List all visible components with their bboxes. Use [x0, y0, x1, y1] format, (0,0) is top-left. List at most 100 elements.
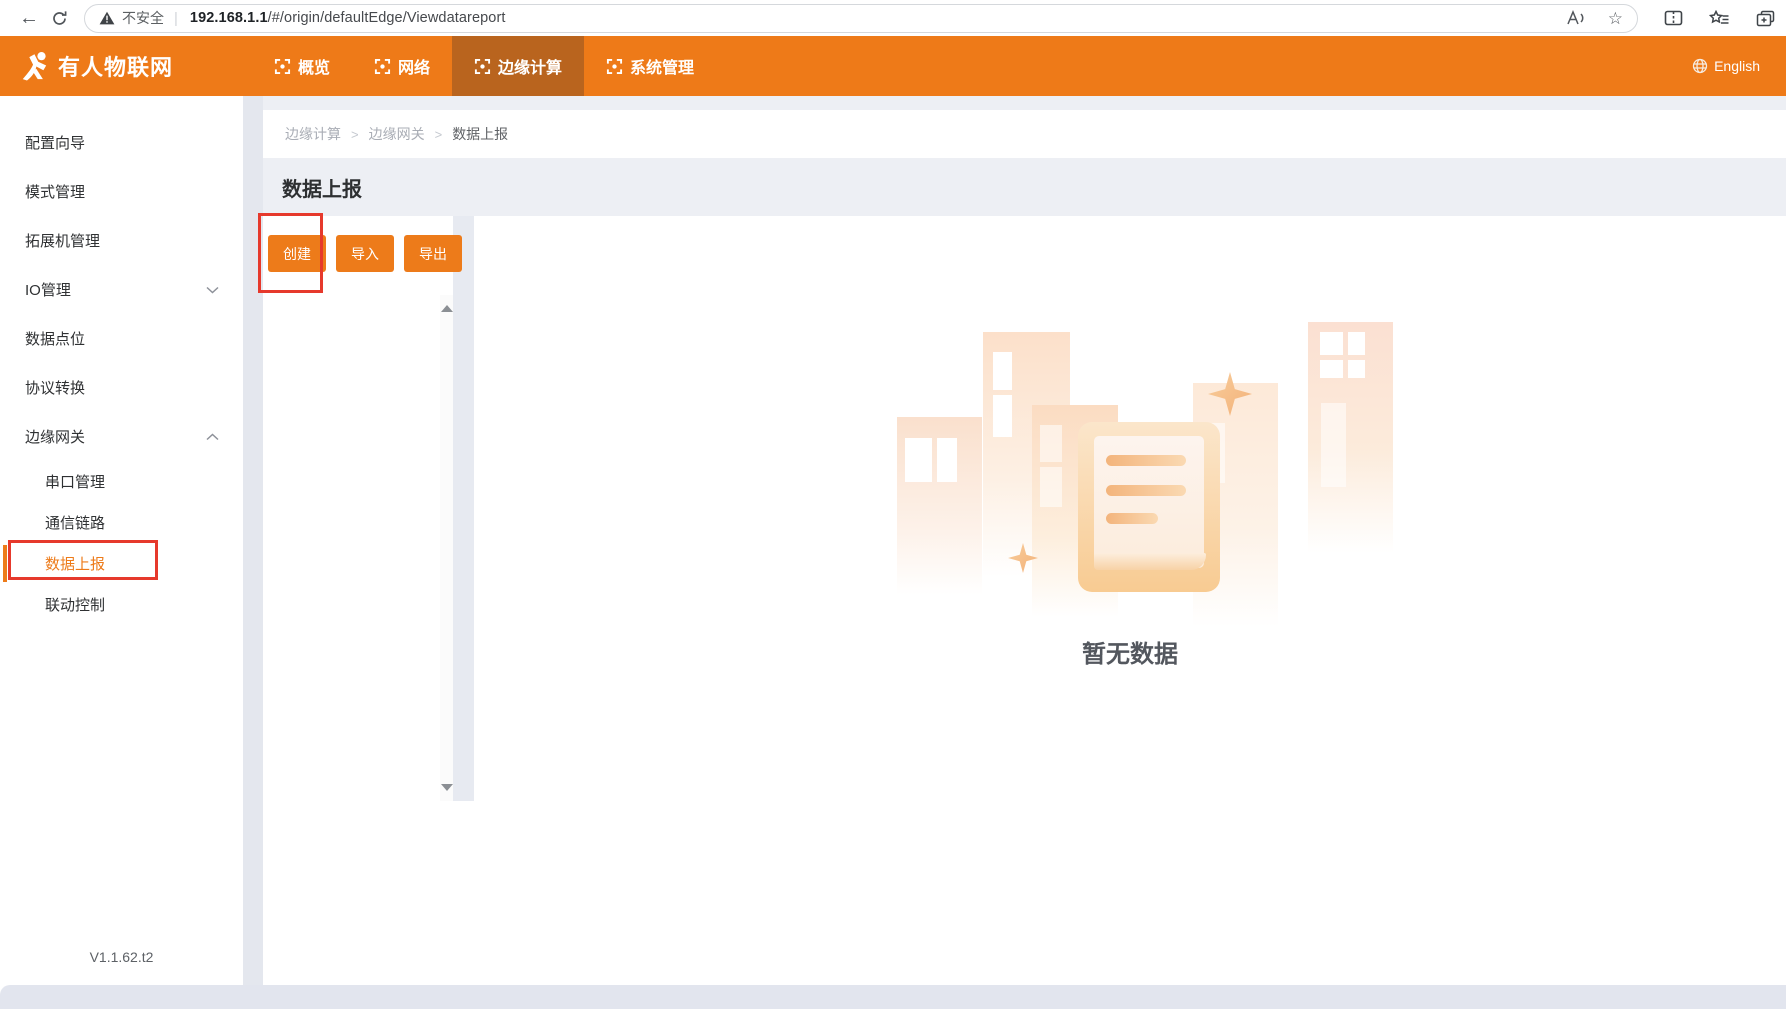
breadcrumb-item-edge-gateway[interactable]: 边缘网关 [369, 124, 425, 144]
browser-back-button[interactable]: ← [14, 3, 44, 33]
sidebar-item-label: 数据上报 [45, 556, 106, 573]
favorite-star-icon: ☆ [1607, 8, 1623, 28]
security-label: 不安全 [122, 10, 164, 26]
tab-overview[interactable]: 概览 [252, 36, 352, 96]
tab-label: 系统管理 [630, 60, 695, 77]
tab-label: 概览 [298, 60, 331, 77]
export-button[interactable]: 导出 [404, 235, 462, 272]
chevron-up-icon [206, 432, 219, 441]
sidebar-item-communication-link[interactable]: 通信链路 [0, 502, 243, 543]
document-fold [1094, 553, 1206, 570]
sidebar-item-protocol-conversion[interactable]: 协议转换 [0, 363, 243, 412]
app-body: 配置向导 模式管理 拓展机管理 IO管理 数据点位 协议转换 边缘网关 串口管理… [0, 96, 1786, 985]
address-bar[interactable]: 不安全 | 192.168.1.1/#/origin/defaultEdge/V… [84, 3, 1638, 33]
page-title: 数据上报 [282, 178, 362, 201]
browser-toolbar: ← 不安全 | 192.168.1.1/#/origin/defaultEdge… [0, 0, 1786, 36]
sidebar-item-label: 通信链路 [45, 515, 106, 532]
sidebar: 配置向导 模式管理 拓展机管理 IO管理 数据点位 协议转换 边缘网关 串口管理… [0, 96, 243, 985]
document-line [1106, 513, 1158, 524]
sidebar-item-edge-gateway[interactable]: 边缘网关 [0, 412, 243, 461]
tab-edge-computing[interactable]: 边缘计算 [452, 36, 585, 96]
split-screen-icon [1664, 10, 1683, 26]
site-security-chip[interactable]: 不安全 [99, 8, 174, 28]
document-line [1106, 485, 1186, 496]
sidebar-item-label: 配置向导 [25, 135, 86, 152]
create-button[interactable]: 创建 [268, 235, 326, 272]
sidebar-item-label: 协议转换 [25, 380, 86, 397]
window-shape [937, 438, 957, 482]
sidebar-item-expansion-management[interactable]: 拓展机管理 [0, 216, 243, 265]
scroll-down-icon[interactable] [440, 784, 453, 791]
url-domain: 192.168.1.1 [189, 10, 268, 26]
back-icon: ← [19, 7, 39, 29]
window-shape [1348, 360, 1365, 378]
empty-state-text: 暂无数据 [1082, 641, 1178, 668]
panel-divider [453, 216, 474, 801]
report-list-column: 创建 导入 导出 [263, 216, 462, 985]
window-shape [1320, 332, 1343, 355]
url-text: 192.168.1.1/#/origin/defaultEdge/Viewdat… [190, 10, 506, 26]
import-button[interactable]: 导入 [336, 235, 394, 272]
scroll-up-icon[interactable] [440, 305, 453, 312]
document-line [1106, 455, 1186, 466]
sidebar-item-label: 联动控制 [45, 597, 106, 614]
language-label: English [1714, 58, 1760, 74]
browser-tools-button[interactable] [1756, 10, 1775, 27]
sidebar-item-linkage-control[interactable]: 联动控制 [0, 584, 243, 625]
sidebar-item-label: 边缘网关 [25, 429, 86, 446]
brand-name: 有人物联网 [58, 55, 174, 80]
read-aloud-button[interactable] [1566, 10, 1586, 26]
window-shape [1040, 425, 1062, 462]
top-navbar: 有人物联网 概览 网络 边缘计算 系统管理 English [0, 36, 1786, 96]
sidebar-item-data-report[interactable]: 数据上报 [0, 543, 243, 584]
window-shape [1320, 360, 1343, 378]
data-report-panel: 创建 导入 导出 暂无数据 [263, 216, 1786, 985]
url-path: /#/origin/defaultEdge/Viewdatareport [267, 10, 506, 26]
window-shape [905, 438, 932, 482]
viewfinder-icon [606, 58, 623, 74]
sidebar-item-label: 模式管理 [25, 184, 86, 201]
collections-button[interactable] [1709, 9, 1730, 27]
warning-icon [99, 11, 115, 25]
sidebar-item-label: 拓展机管理 [25, 233, 101, 250]
tab-network[interactable]: 网络 [352, 36, 452, 96]
list-scrollbar[interactable] [440, 295, 453, 801]
sidebar-item-label: IO管理 [25, 282, 71, 299]
sidebar-content-divider [243, 96, 263, 985]
breadcrumb: 边缘计算 > 边缘网关 > 数据上报 [263, 110, 1786, 158]
document-icon [1078, 422, 1220, 592]
building-shape [897, 417, 982, 595]
globe-icon [1692, 58, 1708, 74]
chevron-down-icon [206, 286, 219, 294]
browser-tools-icon [1756, 10, 1775, 26]
sidebar-item-mode-management[interactable]: 模式管理 [0, 167, 243, 216]
window-shape [1321, 403, 1346, 487]
tab-label: 边缘计算 [498, 60, 563, 77]
sidebar-item-serial-management[interactable]: 串口管理 [0, 461, 243, 502]
sidebar-item-label: 串口管理 [45, 474, 106, 491]
window-shape [1348, 332, 1365, 355]
collections-icon [1709, 9, 1729, 24]
sidebar-item-config-wizard[interactable]: 配置向导 [0, 118, 243, 167]
pill-divider: | [174, 9, 178, 27]
building-shape [1308, 322, 1393, 553]
sidebar-item-label: 数据点位 [25, 331, 86, 348]
viewfinder-icon [374, 58, 391, 74]
breadcrumb-item-edge-computing[interactable]: 边缘计算 [285, 124, 341, 144]
sidebar-item-data-points[interactable]: 数据点位 [0, 314, 243, 363]
viewfinder-icon [474, 58, 491, 74]
empty-state: 暂无数据 [474, 216, 1786, 985]
sidebar-item-io-management[interactable]: IO管理 [0, 265, 243, 314]
breadcrumb-separator: > [351, 126, 359, 142]
refresh-icon [52, 10, 66, 25]
toolbar: 创建 导入 导出 [263, 216, 462, 272]
read-aloud-icon [1567, 10, 1584, 25]
page-footer-strip [0, 985, 1786, 1009]
language-switcher[interactable]: English [1692, 58, 1786, 74]
window-shape [1040, 467, 1062, 507]
favorite-button[interactable]: ☆ [1608, 10, 1623, 27]
window-shape [993, 352, 1012, 390]
split-screen-button[interactable] [1664, 10, 1683, 26]
browser-refresh-button[interactable] [44, 3, 74, 33]
tab-system-management[interactable]: 系统管理 [584, 36, 716, 96]
